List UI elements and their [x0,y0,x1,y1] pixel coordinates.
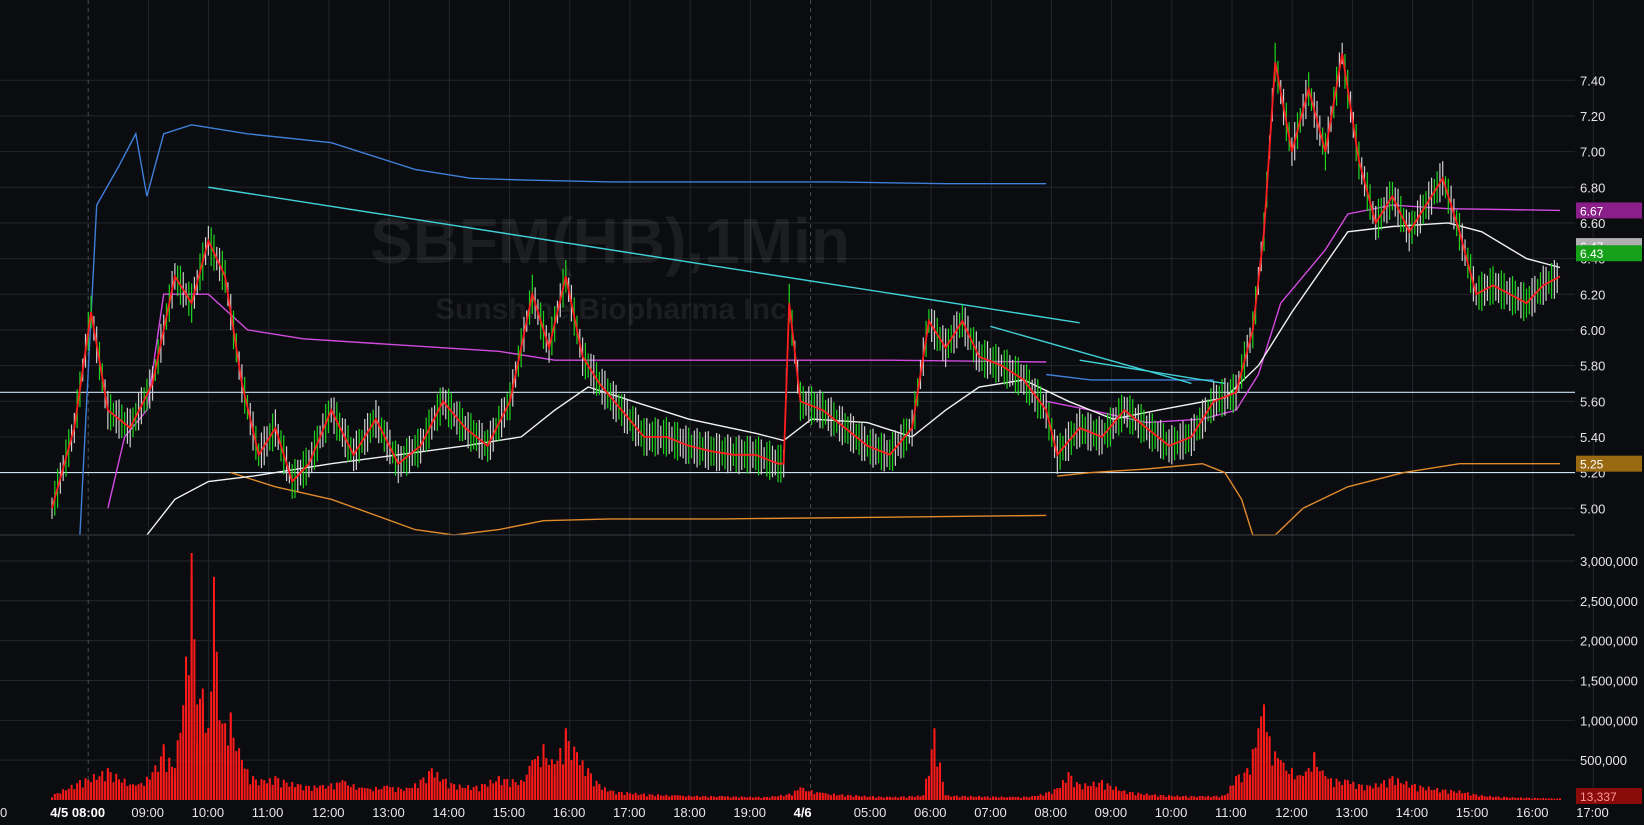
time-tick-label: 05:00 [854,805,887,820]
lower-band-line-2 [1057,462,1560,536]
price-axis[interactable]: 5.005.205.405.605.806.006.206.406.606.80… [1580,73,1605,516]
watermark-symbol: SBFM(HB),1Min [370,205,850,277]
time-tick-label: 11:00 [1215,805,1247,820]
stock-chart[interactable]: SBFM(HB),1Min Sunshine Biopharma Inc 5.0… [0,0,1644,825]
time-tick-label: 17:00 [1576,805,1609,820]
vwap-line [146,222,1561,536]
time-tick-label: 16:00 [553,805,586,820]
price-tick-label: 7.00 [1580,145,1605,160]
price-badge-label: 6.67 [1580,204,1604,218]
price-badge-label: 6.43 [1580,247,1604,261]
time-tick-label: 0 [0,805,7,820]
watermark-company: Sunshine Biopharma Inc [435,293,787,326]
price-tick-label: 7.20 [1580,109,1605,124]
lower-band-line [230,471,1047,536]
price-tick-label: 6.80 [1580,180,1605,195]
price-tick-label: 5.60 [1580,394,1605,409]
time-tick-label: 09:00 [131,805,164,820]
time-tick-label: 15:00 [493,805,526,820]
mid-band-line-2 [1046,204,1561,424]
volume-tick-label: 1,500,000 [1580,673,1638,688]
time-tick-label: 13:00 [1335,805,1368,820]
time-tick-label: 10:00 [192,805,225,820]
time-tick-label: 07:00 [974,805,1007,820]
volume-tick-label: 2,500,000 [1580,594,1638,609]
time-tick-label: 10:00 [1155,805,1188,820]
time-tick-label: 09:00 [1095,805,1128,820]
time-tick-label: 4/6 [794,805,812,820]
price-tick-label: 6.20 [1580,287,1605,302]
time-axis[interactable]: 0 4/5 08:00 09:00 10:00 11:00 12:00 13:00 14:00… [0,805,1609,820]
time-tick-label: 14:00 [1396,805,1429,820]
price-tick-label: 6.00 [1580,323,1605,338]
price-tick-label: 5.00 [1580,501,1605,516]
time-tick-label: 08:00 [1034,805,1067,820]
horizontal-lines[interactable] [0,391,1575,474]
volume-tick-label: 2,000,000 [1580,634,1638,649]
grid [0,0,1594,800]
time-tick-label: 11:00 [252,805,284,820]
time-tick-label: 15:00 [1456,805,1489,820]
volume-tick-label: 500,000 [1580,753,1627,768]
volume-badge-label: 13,337 [1580,790,1617,804]
volume-bars [51,552,1561,800]
time-tick-label: 17:00 [613,805,646,820]
volume-tick-label: 1,000,000 [1580,713,1638,728]
time-tick-label: 19:00 [733,805,766,820]
price-tick-label: 7.40 [1580,73,1605,88]
time-tick-label: 06:00 [914,805,947,820]
time-tick-label: 13:00 [372,805,405,820]
time-tick-label: 14:00 [432,805,465,820]
volume-axis[interactable]: 500,000 1,000,000 1,500,000 2,000,000 2,500,… [1580,554,1638,768]
volume-tick-label: 3,000,000 [1580,554,1638,569]
time-tick-label: 12:00 [1275,805,1308,820]
time-tick-label: 18:00 [673,805,706,820]
time-tick-label: 4/5 08:00 [50,805,105,820]
time-tick-label: 16:00 [1516,805,1549,820]
price-tick-label: 5.80 [1580,359,1605,374]
time-tick-label: 12:00 [312,805,345,820]
price-badge-label: 5.25 [1580,458,1604,472]
price-tick-label: 5.40 [1580,430,1605,445]
